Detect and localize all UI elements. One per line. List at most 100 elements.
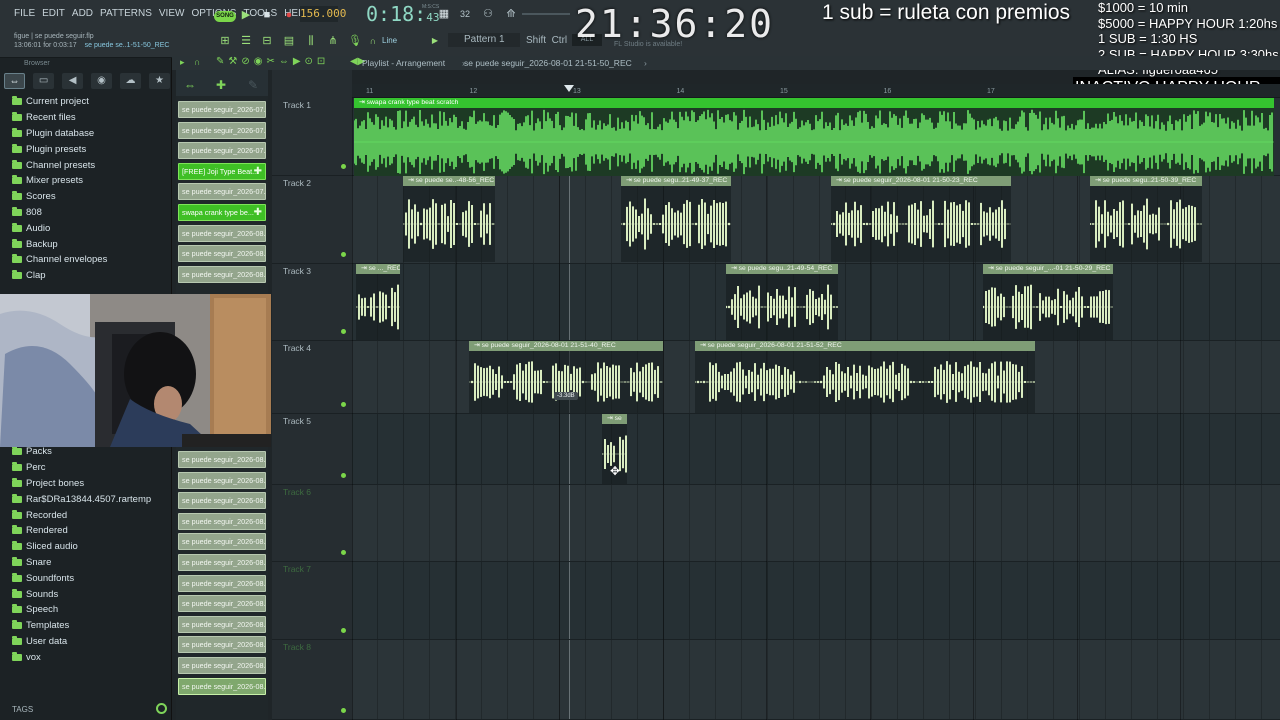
countdown-icon[interactable]: ⚇	[481, 7, 495, 21]
channel-button[interactable]: se puede seguir_2026-08...	[178, 471, 266, 489]
browser-item[interactable]: 808	[12, 205, 170, 221]
snap-line-label[interactable]: Line	[382, 36, 397, 45]
audio-clip[interactable]: ⇥ se puede seguir_2026-08-01 21-51-52_RE…	[695, 341, 1035, 413]
clip-title[interactable]: ⇥ se	[602, 414, 627, 424]
track-header[interactable]: Track 2	[272, 176, 352, 264]
browser-item[interactable]: Project bones	[12, 476, 170, 492]
clip-title[interactable]: ⇥ se puede se..-48-56_REC	[403, 176, 495, 186]
browser-item[interactable]: Perc	[12, 460, 170, 476]
track-header[interactable]: Track 7	[272, 562, 352, 640]
channel-button[interactable]: se puede seguir_2026-08...	[178, 677, 266, 695]
track-header[interactable]: Track 5	[272, 414, 352, 485]
channel-button[interactable]: se puede seguir_2026-08...	[178, 615, 266, 633]
channel-button[interactable]: se puede seguir_2026-08...	[178, 636, 266, 654]
add-icon[interactable]: ✚	[216, 78, 226, 92]
browser-item[interactable]: Channel envelopes	[12, 252, 170, 268]
track-mute-led[interactable]	[341, 708, 346, 713]
play-button[interactable]: ▶	[239, 8, 253, 22]
track-mute-led[interactable]	[341, 164, 346, 169]
channel-button[interactable]: se puede seguir_2026-07...	[178, 183, 266, 201]
browser-item[interactable]: Rar$DRa13844.4507.rartemp	[12, 491, 170, 507]
clip-title[interactable]: ⇥ se puede segu..21-49-54_REC	[726, 264, 838, 274]
plugin-picker-icon[interactable]: ⋔	[326, 34, 340, 48]
channel-button[interactable]: se puede seguir_2026-08...	[178, 554, 266, 571]
channel-button[interactable]: [FREE] Joji Type Beat... ✚	[178, 162, 266, 180]
browser-item[interactable]: Recent files	[12, 110, 170, 126]
menu-edit[interactable]: EDIT	[42, 8, 65, 19]
channel-button[interactable]: se puede seguir_2026-07...	[178, 121, 266, 139]
browser-item[interactable]: Plugin presets	[12, 141, 170, 157]
browser-item[interactable]: User data	[12, 634, 170, 650]
channel-button[interactable]: se puede seguir_2026-08...	[178, 574, 266, 592]
channel-button[interactable]: swapa crank type be... ✚	[178, 204, 266, 221]
browser-item[interactable]: Backup	[12, 236, 170, 252]
browser-item[interactable]: Templates	[12, 618, 170, 634]
mixer-icon[interactable]: ⫼	[304, 34, 318, 48]
star-icon[interactable]: ★	[149, 73, 170, 89]
cloud-icon[interactable]: ☁	[120, 73, 142, 89]
channel-button[interactable]: se puede seguir_2026-08...	[178, 265, 266, 283]
browser-item[interactable]: Soundfonts	[12, 570, 170, 586]
channel-button[interactable]: se puede seguir_2026-07...	[178, 142, 266, 160]
audio-clip[interactable]: ⇥ se puede seguir_2026-08-01 21-51-40_RE…	[469, 341, 663, 413]
audio-clip[interactable]: ⇥ se puede segu..21-49-54_REC	[726, 264, 838, 340]
blend-notes-icon[interactable]: ⟰	[504, 7, 518, 21]
channel-button[interactable]: se puede seguir_2026-08...	[178, 451, 266, 468]
channel-button[interactable]: se puede seguir_2026-08...	[178, 657, 266, 674]
track-mute-led[interactable]	[341, 550, 346, 555]
browser-item[interactable]: vox	[12, 649, 170, 665]
track-lane[interactable]	[352, 640, 1280, 720]
browser-item[interactable]: Recorded	[12, 507, 170, 523]
track-lane[interactable]	[352, 414, 1280, 485]
menu-patterns[interactable]: PATTERNS	[100, 8, 152, 19]
browser-item[interactable]: Speech	[12, 602, 170, 618]
playlist-icon[interactable]: ☰	[239, 34, 253, 48]
menu-file[interactable]: FILE	[14, 8, 35, 19]
audio-clip[interactable]: ⇥ se puede segu..21-49-37_REC	[621, 176, 731, 262]
clip-title[interactable]: ⇥ se puede seguir_2026-08-01 21-51-40_RE…	[469, 341, 663, 351]
browser-item[interactable]: Sounds	[12, 586, 170, 602]
snap-icon[interactable]: ⊞	[218, 34, 232, 48]
search-icon[interactable]	[156, 703, 167, 714]
piano-roll-icon[interactable]: ⊟	[260, 34, 274, 48]
audio-clip[interactable]: ⇥ se puede se..-48-56_REC	[403, 176, 495, 262]
track-mute-led[interactable]	[341, 252, 346, 257]
chevron-right-icon[interactable]: ▸	[180, 57, 185, 68]
stop-button[interactable]: ■	[260, 8, 274, 22]
track-header[interactable]: Track 4	[272, 341, 352, 414]
channel-button[interactable]: se puede seguir_2026-08...	[178, 245, 266, 263]
browser-item[interactable]: Channel presets	[12, 157, 170, 173]
metronome-icon[interactable]: ▦	[437, 7, 451, 21]
channel-button[interactable]: se puede seguir_2026-08...	[178, 224, 266, 242]
add-icon[interactable]: ✚	[254, 164, 262, 179]
channel-button[interactable]: se puede seguir_2026-08...	[178, 533, 266, 551]
pattern-selector[interactable]: Pattern 1	[448, 33, 520, 47]
audio-clip[interactable]: ⇥ se puede seguir_2026-08-01 21-50-23_RE…	[831, 176, 1011, 262]
all-icon[interactable]: ⇔	[4, 73, 26, 89]
chevron-right-icon[interactable]: ▶	[428, 34, 442, 48]
magnet-icon[interactable]: ∩	[366, 34, 380, 48]
add-icon[interactable]: ✚	[254, 205, 262, 220]
record-button[interactable]: ●	[282, 8, 296, 22]
menu-view[interactable]: VIEW	[159, 8, 185, 19]
track-header[interactable]: Track 8	[272, 640, 352, 720]
clip-title[interactable]: ⇥ se ..._REC	[356, 264, 400, 274]
microphone-icon[interactable]: 🎙	[348, 34, 362, 48]
files-icon[interactable]: ▭	[33, 73, 55, 89]
browser-item[interactable]: Audio	[12, 220, 170, 236]
channel-button[interactable]: se puede seguir_2026-07...	[178, 101, 266, 118]
magnet-icon[interactable]: ∩	[194, 57, 200, 67]
clip-title[interactable]: ⇥ se puede segu..21-49-37_REC	[621, 176, 731, 186]
playlist-tools[interactable]: ✎⚒⊘◉✂⇔▶⊙⊡	[216, 56, 329, 67]
audio-clip[interactable]: ⇥ se puede seguir_...-01 21-50-29_REC	[983, 264, 1113, 340]
playlist-grid[interactable]: ⇥ swapa crank type beat scratch ⇥ se pued…	[352, 98, 1280, 720]
track-header[interactable]: Track 3	[272, 264, 352, 341]
tempo-display[interactable]: 156.000	[300, 6, 346, 22]
channel-button[interactable]: se puede seguir_2026-08...	[178, 492, 266, 510]
timeline-ruler[interactable]: 11 12 13 14 15 16 17	[352, 84, 1280, 98]
channel-button[interactable]: se puede seguir_2026-08...	[178, 595, 266, 613]
track-mute-led[interactable]	[341, 329, 346, 334]
clip-title[interactable]: ⇥ swapa crank type beat scratch	[354, 98, 1274, 108]
browser-item[interactable]: Scores	[12, 189, 170, 205]
audio-clip[interactable]: ⇥ se puede segu..21-50-39_REC	[1090, 176, 1202, 262]
